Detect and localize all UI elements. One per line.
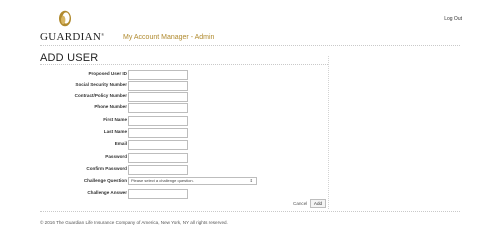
field-row-challenge-question: Challenge Question Please select a chall… xyxy=(0,177,320,185)
guardian-logo-icon xyxy=(59,10,71,27)
email-input[interactable] xyxy=(128,140,188,150)
challenge-answer-input[interactable] xyxy=(128,189,188,199)
app-title: My Account Manager - Admin xyxy=(123,34,215,41)
field-row-ssn: Social Security Number xyxy=(0,81,320,91)
field-label: Last Name xyxy=(103,129,127,134)
field-label: Email xyxy=(114,141,127,146)
field-label: Proposed User ID xyxy=(88,71,127,76)
field-row-phone: Phone Number xyxy=(0,103,320,113)
page-title-divider xyxy=(40,64,328,65)
field-row-last-name: Last Name xyxy=(0,128,320,138)
header-divider xyxy=(40,45,460,46)
registered-mark: ® xyxy=(101,32,105,37)
contract-policy-input[interactable] xyxy=(128,92,188,102)
field-label: Phone Number xyxy=(94,104,127,109)
page-title: ADD USER xyxy=(40,52,99,64)
cancel-link[interactable]: Cancel xyxy=(293,200,307,207)
proposed-user-id-input[interactable] xyxy=(128,70,188,80)
copyright-text: © 2016 The Guardian Life Insurance Compa… xyxy=(40,220,228,225)
last-name-input[interactable] xyxy=(128,128,188,138)
field-row-confirm-password: Confirm Password xyxy=(0,165,320,175)
phone-input[interactable] xyxy=(128,103,188,113)
add-button[interactable]: Add xyxy=(310,199,326,208)
field-label: Contract/Policy Number xyxy=(74,93,127,98)
field-label: Challenge Question xyxy=(83,178,127,183)
confirm-password-input[interactable] xyxy=(128,165,188,175)
field-label: Challenge Answer xyxy=(87,190,127,195)
brand-name-text: GUARDIAN xyxy=(40,31,102,43)
field-label: First Name xyxy=(103,117,127,122)
brand-name: GUARDIAN® xyxy=(40,31,104,43)
field-row-first-name: First Name xyxy=(0,116,320,126)
field-label: Confirm Password xyxy=(86,166,127,171)
field-row-contract-policy: Contract/Policy Number xyxy=(0,92,320,102)
updown-arrow-icon: ⇕ xyxy=(249,178,253,183)
form-right-divider xyxy=(328,56,329,209)
challenge-question-selected: Please select a challenge question. xyxy=(131,178,194,183)
password-input[interactable] xyxy=(128,153,188,163)
field-row-proposed-user-id: Proposed User ID xyxy=(0,70,320,80)
field-row-password: Password xyxy=(0,153,320,163)
ssn-input[interactable] xyxy=(128,81,188,91)
field-label: Social Security Number xyxy=(75,82,127,87)
field-row-email: Email xyxy=(0,140,320,150)
challenge-question-select[interactable]: Please select a challenge question. ⇕ xyxy=(128,177,257,185)
field-label: Password xyxy=(105,154,127,159)
logout-link[interactable]: Log Out xyxy=(444,16,462,22)
first-name-input[interactable] xyxy=(128,116,188,126)
footer-divider xyxy=(40,211,460,212)
field-row-challenge-answer: Challenge Answer xyxy=(0,189,320,199)
